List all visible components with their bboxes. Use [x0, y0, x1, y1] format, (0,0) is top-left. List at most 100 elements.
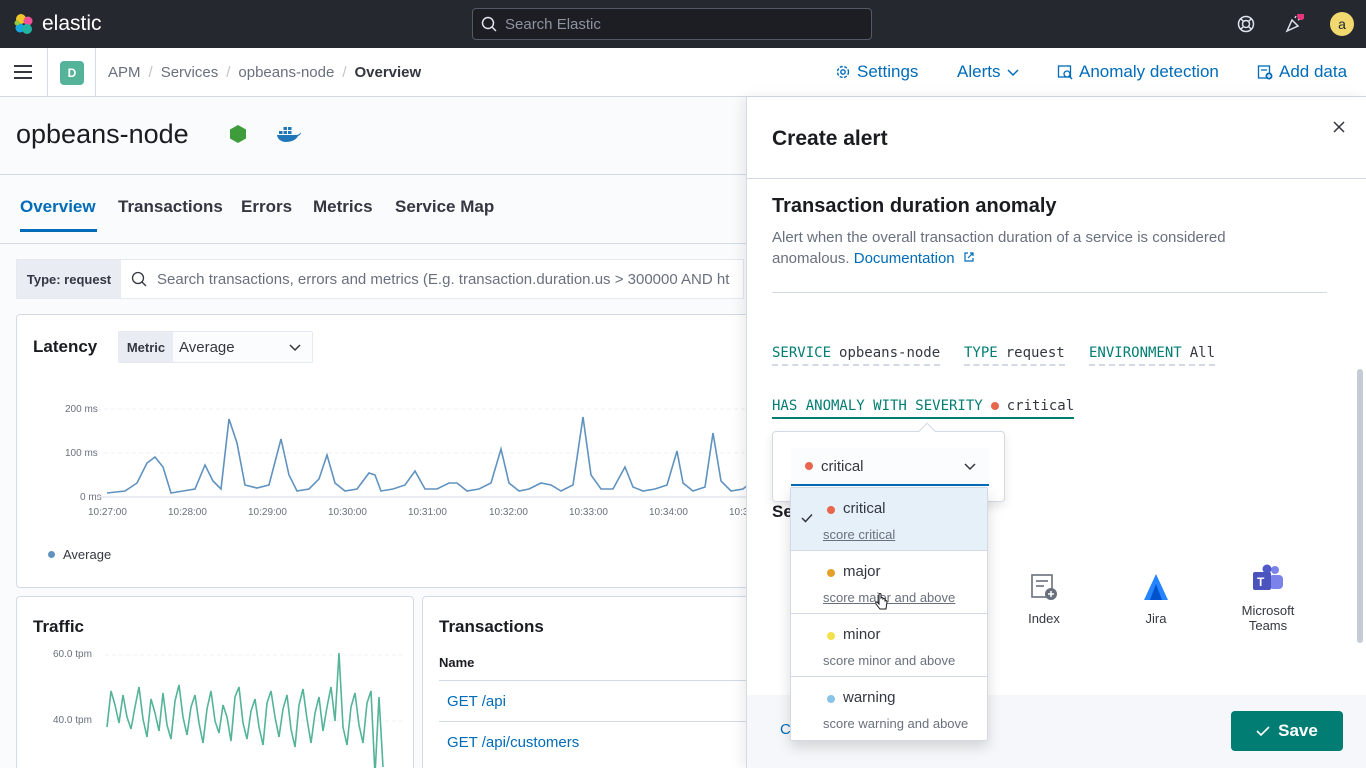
connector-label: Microsoft Teams: [1241, 603, 1295, 633]
flyout-scrollbar[interactable]: [1357, 369, 1363, 643]
tab-transactions[interactable]: Transactions: [118, 197, 223, 217]
alert-description-text: Alert when the overall transaction durat…: [772, 229, 1226, 267]
chevron-down-icon: [964, 463, 976, 471]
critical-dot: [805, 462, 813, 470]
gear-icon: [836, 65, 850, 79]
connector-index[interactable]: Index: [999, 569, 1089, 626]
severity-dot: [827, 569, 835, 577]
kuery-input[interactable]: [157, 270, 737, 288]
tab-service-map[interactable]: Service Map: [395, 197, 494, 217]
top-header: elastic a: [0, 0, 1366, 48]
latency-chart: [97, 408, 746, 498]
add-data-button[interactable]: Add data: [1257, 62, 1347, 82]
settings-button[interactable]: Settings: [835, 62, 918, 82]
severity-option-critical[interactable]: critical score critical: [791, 488, 987, 551]
breadcrumb-service[interactable]: opbeans-node: [238, 64, 334, 81]
anomaly-detection-button[interactable]: Anomaly detection: [1057, 62, 1219, 82]
external-link-icon: [964, 252, 974, 262]
documentation-link[interactable]: Documentation: [854, 250, 975, 267]
metric-select[interactable]: Metric Average: [118, 331, 313, 363]
news-feed-icon[interactable]: [1283, 13, 1305, 35]
expr-value: critical: [1006, 398, 1075, 414]
severity-dot: [827, 695, 835, 703]
option-name: critical: [843, 500, 886, 517]
active-tab-indicator: [20, 229, 97, 232]
x-tick: 10:28:00: [168, 507, 207, 518]
traffic-chart: [105, 652, 405, 768]
elastic-logo[interactable]: elastic: [12, 12, 102, 36]
transaction-link[interactable]: GET /api/customers: [447, 734, 579, 751]
index-icon: [1031, 574, 1057, 600]
divider: [772, 292, 1327, 293]
option-desc: score minor and above: [823, 653, 956, 668]
severity-select[interactable]: critical: [791, 448, 989, 486]
type-filter[interactable]: Type: request: [17, 260, 121, 298]
chevron-down-icon: [289, 344, 301, 352]
tab-overview[interactable]: Overview: [20, 197, 96, 217]
app-header: D APM / Services / opbeans-node / Overvi…: [0, 48, 1366, 97]
query-field[interactable]: [121, 260, 743, 298]
option-name: minor: [843, 626, 881, 643]
table-row: GET /api/customers: [439, 721, 746, 762]
column-header-name[interactable]: Name: [439, 655, 474, 670]
latency-legend[interactable]: Average: [48, 547, 111, 562]
search-icon: [481, 16, 497, 32]
x-tick: 10:30:00: [328, 507, 367, 518]
ml-job-icon: [1057, 65, 1073, 80]
anomaly-detection-label: Anomaly detection: [1079, 62, 1219, 81]
metric-value: Average: [179, 338, 235, 356]
breadcrumb-services[interactable]: Services: [161, 64, 219, 81]
option-desc: score major and above: [823, 590, 956, 605]
tab-errors[interactable]: Errors: [241, 197, 292, 217]
expr-key: SERVICE: [772, 345, 832, 361]
svg-text:T: T: [1257, 575, 1265, 589]
elastic-logo-icon: [14, 14, 33, 34]
severity-expression[interactable]: HAS ANOMALY WITH SEVERITY critical: [772, 398, 1075, 419]
tab-metrics[interactable]: Metrics: [313, 197, 373, 217]
menu-icon[interactable]: [14, 65, 32, 79]
user-avatar[interactable]: a: [1330, 12, 1354, 36]
breadcrumb: APM / Services / opbeans-node / Overview: [108, 64, 421, 81]
latency-title: Latency: [33, 337, 98, 356]
latency-panel: Latency Metric Average 200 ms 100 ms 0 m…: [16, 314, 746, 588]
x-tick: 10:34:00: [649, 507, 688, 518]
traffic-panel: Traffic 60.0 tpm 40.0 tpm: [16, 596, 414, 768]
close-icon[interactable]: [1331, 119, 1347, 135]
flyout-title: Create alert: [772, 127, 888, 150]
traffic-series-line: [106, 652, 384, 768]
severity-dot: [827, 632, 835, 640]
latency-series-line: [106, 416, 746, 494]
x-tick: 10:31:00: [408, 507, 447, 518]
severity-option-major[interactable]: major score major and above: [791, 551, 987, 614]
alerts-button[interactable]: Alerts: [957, 62, 1020, 82]
service-expression[interactable]: SERVICE opbeans-node: [772, 345, 941, 366]
breadcrumb-separator: /: [148, 64, 153, 81]
severity-option-warning[interactable]: warning score warning and above: [791, 677, 987, 740]
microsoft-teams-icon: T: [1253, 564, 1283, 590]
option-desc: score critical: [823, 527, 896, 542]
space-avatar[interactable]: D: [60, 61, 84, 85]
y-tick: 200 ms: [65, 404, 98, 415]
breadcrumb-separator: /: [342, 64, 347, 81]
save-button[interactable]: Save: [1231, 711, 1343, 751]
connector-jira[interactable]: Jira: [1111, 569, 1201, 626]
x-tick: 10:33:00: [569, 507, 608, 518]
check-icon: [1256, 726, 1270, 737]
help-icon[interactable]: [1235, 13, 1257, 35]
docker-icon: [277, 127, 301, 142]
flyout-header: Create alert: [747, 97, 1366, 179]
search-input[interactable]: [505, 15, 845, 33]
transaction-link[interactable]: GET /api: [447, 693, 506, 710]
global-search[interactable]: [472, 8, 872, 40]
expr-key: TYPE: [964, 345, 998, 361]
connector-teams[interactable]: T Microsoft Teams: [1223, 561, 1313, 633]
y-tick: 40.0 tpm: [53, 715, 92, 726]
main-content: opbeans-node Overview Transactions Error…: [0, 97, 746, 768]
severity-select-value: critical: [821, 457, 864, 475]
severity-option-minor[interactable]: minor score minor and above: [791, 614, 987, 677]
connector-label: Index: [1028, 611, 1060, 626]
breadcrumb-apm[interactable]: APM: [108, 64, 141, 81]
option-name: warning: [843, 689, 896, 706]
type-expression[interactable]: TYPE request: [964, 345, 1065, 366]
environment-expression[interactable]: ENVIRONMENT All: [1089, 345, 1216, 366]
